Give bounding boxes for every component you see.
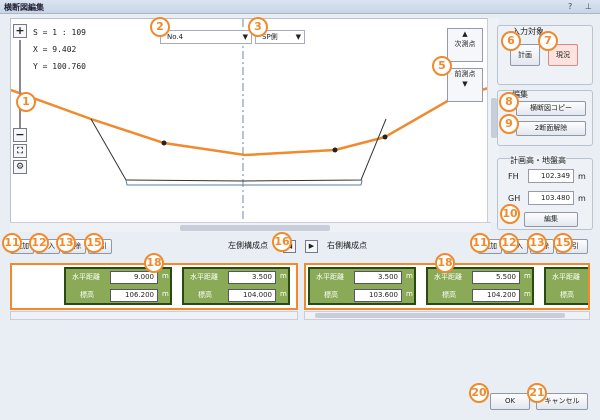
zoom-out-button[interactable]: − [13,128,27,142]
callout-badge: 15 [553,233,573,253]
unit-label: m [280,272,287,280]
release-button[interactable]: 2断面解除 [516,121,586,136]
prev-station-button[interactable]: 前測点 ▼ [447,68,483,102]
window-title: 横断図編集 [4,3,44,12]
next-station-label: 次測点 [454,40,476,48]
plan-point [332,147,338,153]
callout-badge: 18 [144,253,164,273]
right-points-label: 右側構成点 [327,241,367,250]
e-label: 標高 [560,291,574,299]
left-list-scrollbar[interactable] [10,311,298,320]
unit-label: m [406,272,413,280]
h-field[interactable]: 5.500 [472,271,520,284]
callout-badge: 9 [499,114,519,134]
fit-icon[interactable]: ⛶ [13,144,27,158]
zoom-in-button[interactable]: + [13,24,27,38]
callout-badge: 5 [432,56,452,76]
hscroll-thumb[interactable] [180,225,330,231]
callout-badge: 3 [248,17,268,37]
unit-label: m [524,290,531,298]
unit-label: m [578,172,586,181]
unit-label: m [162,272,169,280]
e-field[interactable]: 104.000 [228,289,276,302]
unit-label: m [280,290,287,298]
h-label: 水平距離 [316,273,344,281]
elevation-edit-button[interactable]: 編集 [524,212,578,227]
e-label: 標高 [324,291,338,299]
elevation-title: 計画高・地盤高 [510,155,566,166]
callout-badge: 6 [501,31,521,51]
help-icon[interactable]: ? [568,2,572,11]
y-readout: Y = 100.760 [33,62,86,71]
right-list-scrollbar[interactable] [304,311,590,320]
ground-line [90,118,387,182]
gear-icon[interactable]: ⚙ [13,160,27,174]
callout-badge: 2 [150,17,170,37]
prev-station-label: 前測点 [454,70,476,78]
callout-badge: 13 [527,233,547,253]
e-field[interactable]: 106.200 [110,289,158,302]
e-label: 標高 [442,291,456,299]
h-field[interactable]: 3.500 [228,271,276,284]
callout-badge: 11 [2,233,22,253]
station-value: No.4 [167,33,184,41]
callout-badge: 16 [272,232,292,252]
ok-button[interactable]: OK [490,393,530,410]
callout-badge: 12 [29,233,49,253]
zoom-track[interactable] [19,40,21,130]
triangle-down-icon: ▼ [462,80,468,88]
callout-badge: 11 [470,233,490,253]
e-field[interactable]: 103.600 [354,289,402,302]
cross-section-drawing [10,19,493,224]
e-label: 標高 [80,291,94,299]
cross-section-canvas[interactable] [10,18,493,224]
point-card[interactable]: 水平距離 3.500 m 標高 104.000 m [182,267,290,305]
h-label: 水平距離 [552,273,580,281]
unit-label: m [578,194,586,203]
e-label: 標高 [198,291,212,299]
point-card[interactable]: 水平距離 3.500 m 標高 103.600 m [308,267,416,305]
x-readout: X = 9.402 [33,45,77,54]
gh-field[interactable]: 103.480 [528,191,574,205]
scale-readout: S = 1 : 109 [33,28,86,37]
right-play-icon[interactable]: ▶ [305,240,318,253]
chevron-down-icon: ▼ [242,33,248,41]
plan-point [161,140,167,146]
title-bar: 横断図編集 ? ⊥ [0,0,600,14]
h-label: 水平距離 [434,273,462,281]
left-points-label: 左側構成点 [228,241,268,250]
chevron-down-icon: ▼ [295,33,301,41]
triangle-up-icon: ▲ [462,30,468,38]
callout-badge: 1 [16,92,36,112]
callout-badge: 20 [469,383,489,403]
callout-badge: 10 [500,204,520,224]
callout-badge: 13 [56,233,76,253]
fh-field[interactable]: 102.349 [528,169,574,183]
next-station-button[interactable]: ▲ 次測点 [447,28,483,62]
point-card[interactable]: 水平距離 標高 [544,267,588,305]
unit-label: m [524,272,531,280]
hscroll-thumb[interactable] [315,313,565,318]
plan-line [10,85,493,157]
h-label: 水平距離 [72,273,100,281]
plan-point [382,134,388,140]
h-field[interactable]: 9.000 [110,271,158,284]
unit-label: m [406,290,413,298]
callout-badge: 7 [538,31,558,51]
callout-badge: 8 [499,92,519,112]
callout-badge: 21 [527,383,547,403]
fh-label: FH [508,172,519,181]
pin-icon[interactable]: ⊥ [585,2,592,11]
gh-label: GH [508,194,521,203]
callout-badge: 15 [84,233,104,253]
station-dropdown[interactable]: No.4 ▼ [160,30,252,44]
horizontal-scrollbar[interactable] [10,222,491,232]
callout-badge: 18 [435,253,455,273]
copy-section-button[interactable]: 横断図コピー [516,101,586,116]
e-field[interactable]: 104.200 [472,289,520,302]
h-field[interactable]: 3.500 [354,271,402,284]
h-label: 水平距離 [190,273,218,281]
unit-label: m [162,290,169,298]
callout-badge: 12 [499,233,519,253]
